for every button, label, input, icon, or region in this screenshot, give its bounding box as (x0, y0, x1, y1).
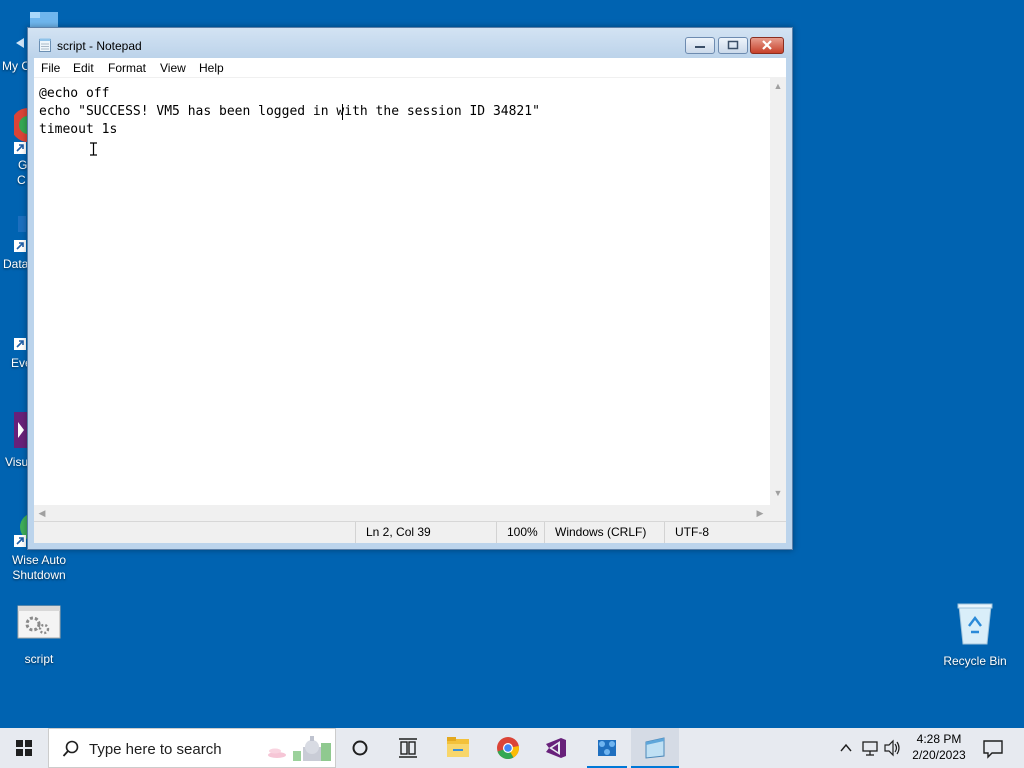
notepad-taskbar-button[interactable] (631, 728, 679, 768)
volume-icon (884, 739, 900, 757)
close-icon (762, 40, 772, 50)
desktop-icon-label: Recycle Bin (943, 654, 1007, 668)
folder-icon (447, 737, 469, 757)
network-tray-button[interactable] (860, 728, 882, 768)
taskbar-clock[interactable]: 4:28 PM 2/20/2023 (900, 731, 978, 763)
search-placeholder: Type here to search (89, 741, 222, 758)
maximize-button[interactable] (718, 37, 748, 54)
recycle-bin-icon (957, 603, 993, 645)
menu-format[interactable]: Format (108, 61, 146, 75)
search-box[interactable]: Type here to search (48, 728, 336, 768)
chevron-up-icon (840, 743, 852, 752)
status-position: Ln 2, Col 39 (355, 522, 496, 543)
task-view-icon (399, 738, 417, 758)
task-view-button[interactable] (384, 728, 432, 768)
minimize-button[interactable] (685, 37, 715, 54)
minimize-icon (695, 46, 705, 48)
windows-logo-icon (16, 740, 32, 756)
clock-date: 2/20/2023 (912, 748, 966, 762)
data-studio-icon (18, 216, 26, 232)
notepad-icon (645, 737, 665, 759)
text-line: timeout 1s (39, 122, 118, 137)
status-encoding: UTF-8 (664, 522, 786, 543)
search-highlight-illustration-icon (268, 736, 331, 761)
arrow-icon (16, 38, 24, 48)
visual-studio-icon (546, 738, 566, 758)
desktop-icon-label-line1: Wise Auto (11, 553, 67, 567)
title-bar[interactable]: script - Notepad (28, 28, 792, 58)
scrollbar-corner (770, 505, 786, 521)
desktop-icon-recycle-bin[interactable]: Recycle Bin (936, 600, 1014, 669)
text-editor[interactable]: @echo off echo "SUCCESS! VM5 has been lo… (34, 78, 770, 505)
shortcut-arrow-icon (14, 142, 26, 154)
maximize-icon (727, 40, 739, 50)
menu-file[interactable]: File (41, 61, 60, 75)
desktop-icon-label: Visu (5, 455, 29, 469)
show-hidden-icons-button[interactable] (836, 728, 856, 768)
ibeam-cursor-icon (90, 142, 97, 156)
search-icon (62, 740, 79, 757)
desktop-icon-label: Data (3, 257, 29, 271)
notepad-client-area: File Edit Format View Help @echo off ech… (34, 58, 786, 543)
file-explorer-button[interactable] (434, 728, 482, 768)
chrome-taskbar-button[interactable] (484, 728, 532, 768)
text-line: @echo off (39, 86, 110, 101)
action-center-button[interactable] (978, 728, 1008, 768)
status-zoom: 100% (496, 522, 544, 543)
desktop-icon-label: G (18, 158, 28, 172)
status-line-ending: Windows (CRLF) (544, 522, 664, 543)
cortana-button[interactable] (336, 728, 384, 768)
desktop-icon-label: script (24, 652, 54, 666)
menu-edit[interactable]: Edit (73, 61, 94, 75)
shortcut-arrow-icon (14, 240, 26, 252)
cortana-icon (352, 740, 368, 756)
text-caret (342, 104, 343, 120)
window-title: script - Notepad (57, 39, 142, 53)
scroll-left-icon[interactable]: ◀ (34, 505, 50, 521)
text-line: echo "SUCCESS! VM5 has been logged in wi… (39, 104, 540, 119)
volume-tray-button[interactable] (882, 728, 902, 768)
network-icon (862, 741, 878, 756)
batch-file-icon (17, 605, 61, 639)
scroll-right-icon[interactable]: ▶ (752, 505, 768, 521)
shortcut-arrow-icon (14, 338, 26, 350)
azure-data-studio-icon (598, 740, 616, 756)
azure-data-studio-taskbar-button[interactable] (583, 728, 631, 768)
visual-studio-taskbar-button[interactable] (532, 728, 580, 768)
status-bar: Ln 2, Col 39 100% Windows (CRLF) UTF-8 (34, 521, 786, 543)
desktop-icon-label: My C (2, 59, 30, 73)
taskbar: Type here to search 4:28 PM 2/20/2023 (0, 728, 1024, 768)
desktop-icon-script[interactable]: script (0, 604, 78, 667)
menu-help[interactable]: Help (199, 61, 224, 75)
scroll-up-icon[interactable]: ▲ (770, 78, 786, 94)
menu-view[interactable]: View (160, 61, 186, 75)
notepad-icon (39, 38, 51, 52)
scroll-down-icon[interactable]: ▼ (770, 485, 786, 501)
menu-bar: File Edit Format View Help (34, 58, 786, 78)
chrome-icon (497, 737, 519, 760)
horizontal-scrollbar[interactable]: ◀ ▶ (34, 505, 770, 521)
start-button[interactable] (0, 728, 48, 768)
notepad-window[interactable]: script - Notepad File Edit Format View H… (27, 27, 793, 550)
close-button[interactable] (750, 37, 784, 54)
desktop-icon-label-line2: Shutdown (12, 568, 66, 582)
visual-studio-icon (14, 412, 28, 448)
vertical-scrollbar[interactable]: ▲ ▼ (770, 78, 786, 505)
notification-icon (983, 740, 1003, 759)
chrome-icon (14, 108, 28, 142)
desktop-icon-label: C (17, 173, 26, 187)
clock-time: 4:28 PM (916, 732, 962, 746)
